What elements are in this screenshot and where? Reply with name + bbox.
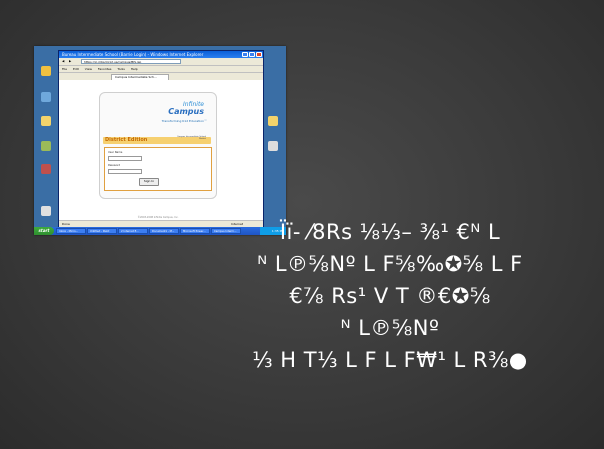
desktop-icon xyxy=(41,66,51,76)
status-text: Done xyxy=(62,222,70,226)
copyright: ©2003-2008 Infinite Campus, Inc. xyxy=(137,216,179,219)
browser-window: Bureau Intermediate School (Barrie Login… xyxy=(58,50,264,229)
menu-view[interactable]: View xyxy=(85,67,92,71)
slide: Bureau Intermediate School (Barrie Login… xyxy=(0,0,604,449)
close-icon[interactable] xyxy=(256,52,262,57)
desktop-icon xyxy=(41,141,51,151)
minimize-icon[interactable] xyxy=(242,52,248,57)
taskbar-item[interactable]: Document1 - M... xyxy=(149,228,179,234)
url-input[interactable]: https://ic.mbsd.k12.us/campus/BIS.jsp xyxy=(81,59,181,64)
caption-line: €⅞ Rs¹ V T ®€✪⅝ xyxy=(289,284,491,308)
menu-favorites[interactable]: Favorites xyxy=(98,67,112,71)
district-title: District Edition xyxy=(105,137,148,143)
desktop-icon xyxy=(41,116,51,126)
tagline: Transforming K12 Education™ xyxy=(161,119,207,123)
taskbar-item[interactable]: Inbox - Micro... xyxy=(56,228,86,234)
taskbar-item[interactable]: Untitled - Paint xyxy=(87,228,117,234)
login-card: Infinite Campus Transforming K12 Educati… xyxy=(99,92,217,219)
caption-line: Ïï- ⁄8Rs ⅛⅓– ⅜¹ €ᴺ L xyxy=(279,220,501,244)
page-content: Infinite Campus Transforming K12 Educati… xyxy=(59,80,263,221)
password-label: Password xyxy=(108,164,121,167)
menu-tools[interactable]: Tools xyxy=(117,67,124,71)
signin-button[interactable]: Sign In xyxy=(139,178,159,186)
caption-line: ⅓ H T⅓ L F L F₩¹ L R⅜● xyxy=(252,348,528,372)
menu-help[interactable]: Help xyxy=(131,67,138,71)
caption-line: ᴺ L℗⅝Nº xyxy=(340,316,440,340)
desktop-icon xyxy=(41,206,51,216)
username-label: User Name xyxy=(108,151,123,154)
browser-title-bar: Bureau Intermediate School (Barrie Login… xyxy=(59,51,263,58)
district-note: Campus Intermediate School District xyxy=(177,136,206,140)
caption-line: ᴺ L℗⅝Nº L F⅝‰✪⅝ L F xyxy=(257,252,523,276)
taskbar-item[interactable]: Microsoft Power... xyxy=(180,228,210,234)
maximize-icon[interactable] xyxy=(249,52,255,57)
slide-caption: Ïï- ⁄8Rs ⅛⅓– ⅜¹ €ᴺ L ᴺ L℗⅝Nº L F⅝‰✪⅝ L F… xyxy=(230,216,550,376)
desktop-icon xyxy=(268,141,278,151)
address-bar: ◀ ▶ https://ic.mbsd.k12.us/campus/BIS.js… xyxy=(59,58,263,66)
start-button[interactable]: start xyxy=(34,227,54,235)
taskbar-item[interactable]: 2 Internet E... xyxy=(118,228,148,234)
menu-bar: File Edit View Favorites Tools Help xyxy=(59,66,263,73)
browser-title: Bureau Intermediate School (Barrie Login… xyxy=(62,52,204,57)
password-input[interactable] xyxy=(108,169,142,174)
menu-edit[interactable]: Edit xyxy=(73,67,79,71)
logo-campus: Campus xyxy=(168,107,204,116)
desktop-icon xyxy=(41,92,51,102)
embedded-screenshot: Bureau Intermediate School (Barrie Login… xyxy=(34,46,286,235)
desktop-icon xyxy=(268,116,278,126)
back-icon[interactable]: ◀ xyxy=(62,58,64,65)
forward-icon[interactable]: ▶ xyxy=(69,58,71,65)
login-form: User Name Password Sign In xyxy=(104,147,212,191)
desktop-icon xyxy=(41,164,51,174)
menu-file[interactable]: File xyxy=(62,67,67,71)
username-input[interactable] xyxy=(108,156,142,161)
